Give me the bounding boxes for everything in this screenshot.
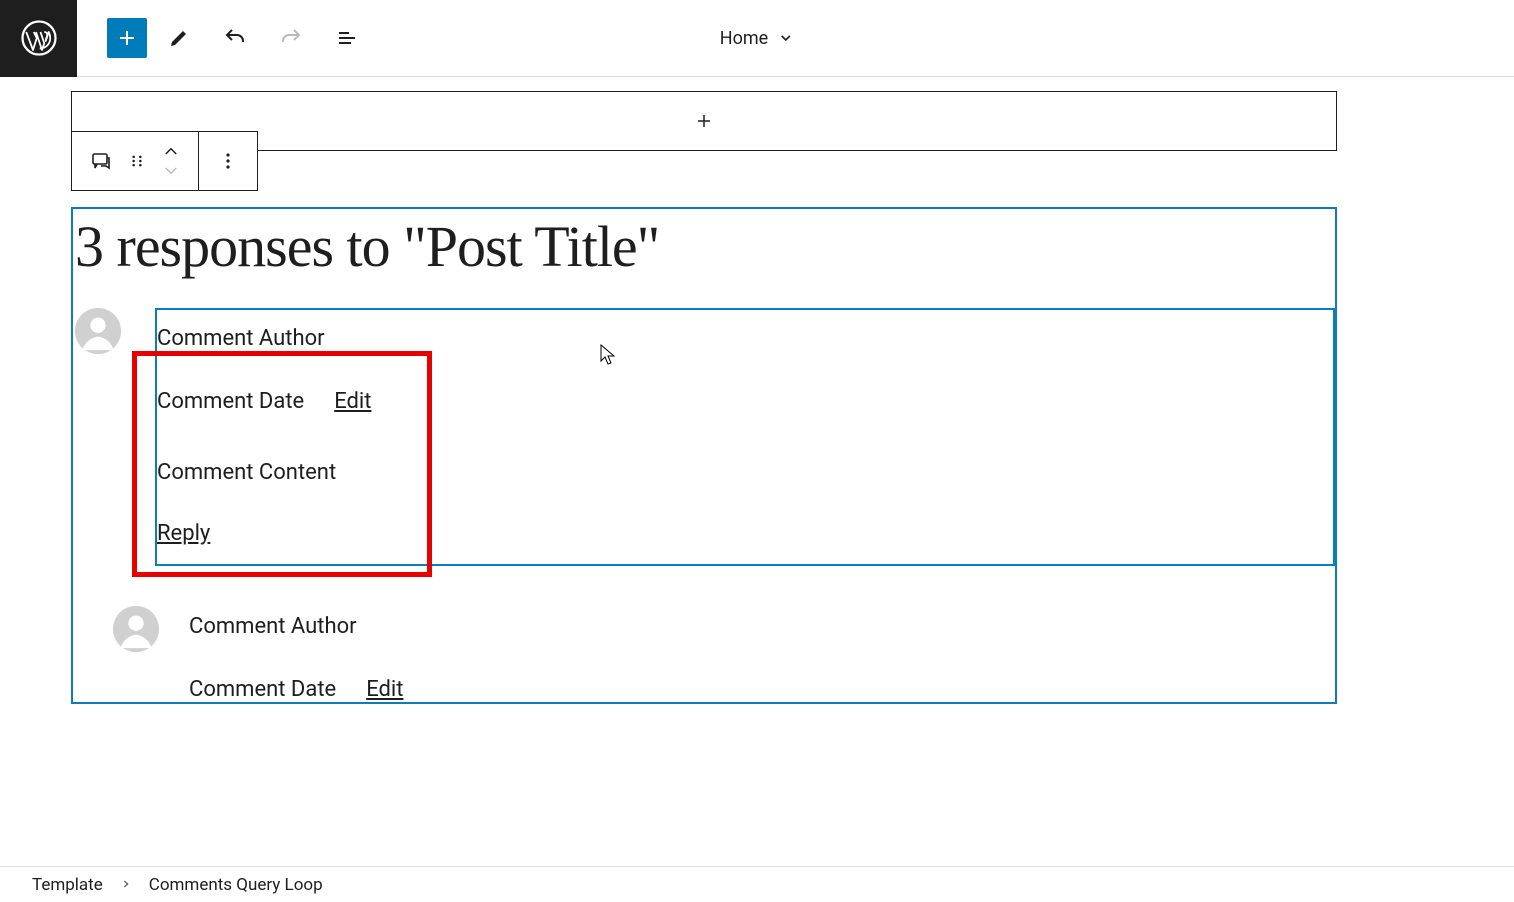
chevron-down-icon bbox=[162, 165, 180, 177]
block-options-button[interactable] bbox=[207, 132, 249, 190]
plus-icon bbox=[692, 109, 716, 133]
add-block-button[interactable] bbox=[107, 18, 147, 58]
comment-date-label[interactable]: Comment Date bbox=[189, 677, 336, 702]
redo-icon bbox=[279, 26, 303, 50]
block-toolbar bbox=[71, 131, 258, 191]
comment-body[interactable]: Comment Author Comment Date Edit bbox=[189, 606, 1335, 702]
edit-link[interactable]: Edit bbox=[334, 389, 371, 414]
drag-handle[interactable] bbox=[122, 132, 152, 190]
more-vertical-icon bbox=[216, 149, 240, 173]
breadcrumb: Template Comments Query Loop bbox=[0, 866, 1514, 902]
comment-author-label[interactable]: Comment Author bbox=[189, 606, 1335, 647]
move-up-button[interactable] bbox=[162, 141, 180, 161]
comments-title[interactable]: 3 responses to "Post Title" bbox=[73, 209, 1335, 308]
edit-link[interactable]: Edit bbox=[366, 677, 403, 702]
drag-icon bbox=[127, 151, 147, 171]
editor-canvas: 3 responses to "Post Title" Comment Auth… bbox=[0, 77, 1514, 866]
comments-loop-icon bbox=[89, 149, 113, 173]
list-view-button[interactable] bbox=[323, 14, 371, 62]
chevron-down-icon bbox=[778, 30, 794, 46]
reply-link[interactable]: Reply bbox=[157, 485, 1323, 554]
document-title[interactable]: Home bbox=[720, 28, 794, 49]
breadcrumb-root[interactable]: Template bbox=[32, 875, 103, 895]
comment-row: Comment Author Comment Date Edit Comment… bbox=[73, 308, 1335, 566]
comments-query-loop-block[interactable]: 3 responses to "Post Title" Comment Auth… bbox=[71, 207, 1337, 704]
comment-content-label[interactable]: Comment Content bbox=[157, 414, 1323, 485]
breadcrumb-separator bbox=[121, 877, 131, 893]
move-down-button bbox=[162, 161, 180, 181]
breadcrumb-current[interactable]: Comments Query Loop bbox=[149, 875, 323, 895]
insert-block-bar[interactable] bbox=[71, 91, 1337, 151]
avatar[interactable] bbox=[75, 308, 121, 354]
comment-date-label[interactable]: Comment Date bbox=[157, 389, 304, 414]
wordpress-logo[interactable] bbox=[0, 0, 77, 77]
plus-icon bbox=[115, 26, 139, 50]
top-toolbar: Home bbox=[0, 0, 1514, 77]
block-toolbar-group-2 bbox=[198, 132, 257, 190]
undo-button[interactable] bbox=[211, 14, 259, 62]
pencil-icon bbox=[167, 26, 191, 50]
undo-icon bbox=[223, 26, 247, 50]
edit-tool-button[interactable] bbox=[155, 14, 203, 62]
comment-row: Comment Author Comment Date Edit bbox=[73, 606, 1335, 702]
toolbar-left-group bbox=[77, 14, 371, 62]
page-title-label: Home bbox=[720, 28, 768, 49]
avatar-placeholder-icon bbox=[113, 606, 159, 652]
wordpress-icon bbox=[21, 20, 57, 56]
comment-author-label[interactable]: Comment Author bbox=[157, 318, 1323, 359]
comment-meta-row: Comment Date Edit bbox=[189, 647, 1335, 702]
chevron-right-icon bbox=[121, 879, 131, 889]
chevron-up-icon bbox=[162, 145, 180, 157]
comment-meta-row: Comment Date Edit bbox=[157, 359, 1323, 414]
block-type-button[interactable] bbox=[80, 132, 122, 190]
avatar-placeholder-icon bbox=[75, 308, 121, 354]
block-toolbar-group-1 bbox=[72, 132, 198, 190]
redo-button bbox=[267, 14, 315, 62]
comment-body-selected[interactable]: Comment Author Comment Date Edit Comment… bbox=[155, 308, 1335, 566]
avatar[interactable] bbox=[113, 606, 159, 652]
list-view-icon bbox=[335, 26, 359, 50]
block-movers bbox=[152, 132, 190, 190]
